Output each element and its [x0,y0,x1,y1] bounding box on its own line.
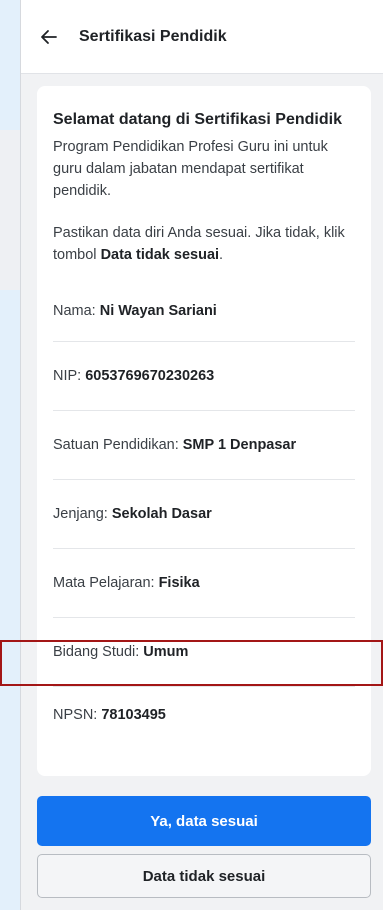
profile-card: Selamat datang di Sertifikasi Pendidik P… [37,86,371,776]
field-label: NPSN: [53,707,98,723]
field-value: 78103495 [101,707,166,723]
field-bidang-studi: Bidang Studi: Umum [53,618,355,687]
field-label: Jenjang: [53,506,108,522]
field-value: Ni Wayan Sariani [99,302,217,319]
field-nip: NIP: 6053769670230263 [53,342,355,411]
field-value: Sekolah Dasar [111,506,212,522]
field-label: Mata Pelajaran: [53,575,155,591]
notice-bold: Data tidak sesuai [100,247,220,263]
field-value: 6053769670230263 [85,368,215,384]
field-value: Fisika [158,575,200,591]
app-bar: Sertifikasi Pendidik [21,0,383,74]
field-value: SMP 1 Denpasar [182,437,297,453]
field-value: Umum [143,644,189,660]
page-title: Sertifikasi Pendidik [79,27,227,45]
field-npsn: NPSN: 78103495 [53,687,355,743]
notice-text: Pastikan data diri Anda sesuai. Jika tid… [53,222,355,266]
field-jenjang: Jenjang: Sekolah Dasar [53,480,355,549]
field-label: Bidang Studi: [53,644,140,660]
field-nama: Nama: Ni Wayan Sariani [53,280,355,342]
arrow-left-icon[interactable] [37,25,61,49]
welcome-title: Selamat datang di Sertifikasi Pendidik [53,111,342,128]
field-satuan-pendidikan: Satuan Pendidikan: SMP 1 Denpasar [53,411,355,480]
app-screen: Sertifikasi Pendidik Selamat datang di S… [20,0,383,910]
field-label: NIP: [53,368,82,384]
field-label: Nama: [53,302,96,319]
reject-data-button[interactable]: Data tidak sesuai [37,854,371,898]
confirm-data-button[interactable]: Ya, data sesuai [37,796,371,846]
field-mata-pelajaran: Mata Pelajaran: Fisika [53,549,355,618]
intro-text: Program Pendidikan Profesi Guru ini untu… [53,139,328,199]
field-label: Satuan Pendidikan: [53,437,179,453]
notice-suffix: . [219,247,224,263]
field-list: Nama: Ni Wayan Sariani NIP: 60537696702302… [53,280,355,743]
background-panel [0,130,20,290]
